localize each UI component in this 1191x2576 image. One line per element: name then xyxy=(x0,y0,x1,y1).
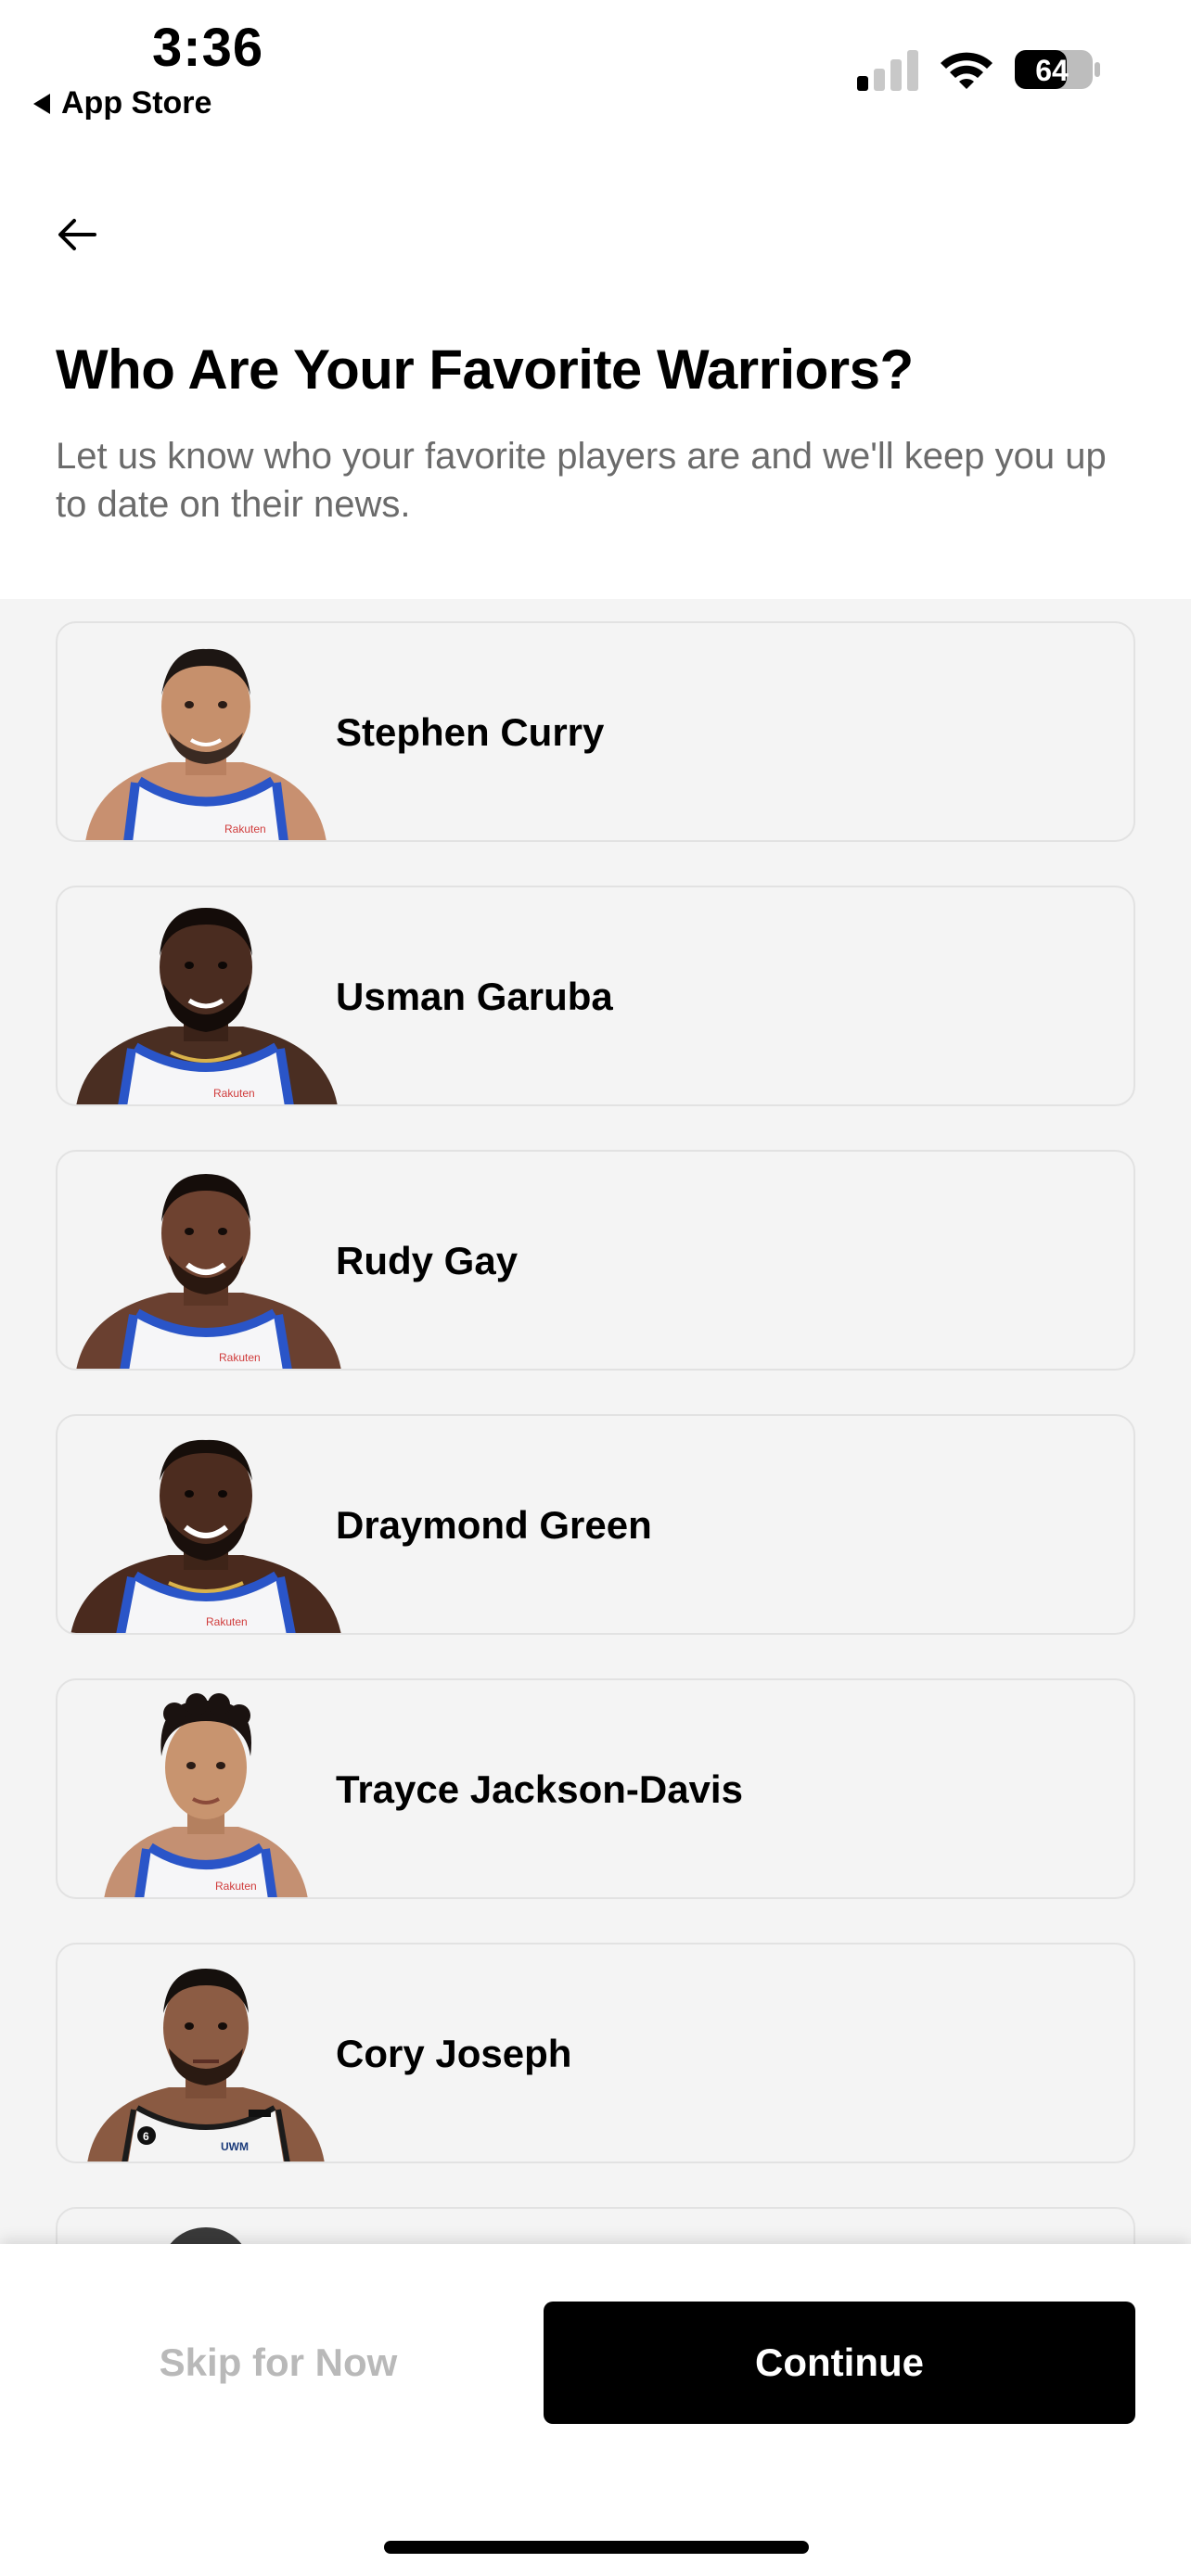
player-photo: Rakuten xyxy=(104,1693,308,1897)
back-to-app-store-link[interactable]: App Store xyxy=(33,85,211,121)
player-card-cory-joseph[interactable]: 6 UWM Cory Joseph xyxy=(56,1943,1135,2163)
svg-text:Rakuten: Rakuten xyxy=(206,1615,248,1628)
player-card-draymond-green[interactable]: Rakuten Draymond Green xyxy=(56,1414,1135,1635)
player-name: Usman Garuba xyxy=(336,975,613,1018)
page-title: Who Are Your Favorite Warriors? xyxy=(56,338,914,401)
player-name: Draymond Green xyxy=(336,1503,652,1547)
player-name: Cory Joseph xyxy=(336,2032,572,2075)
status-bar: 3:36 App Store 64 xyxy=(0,0,1191,130)
status-time: 3:36 xyxy=(152,18,264,78)
player-name: Rudy Gay xyxy=(336,1239,519,1282)
back-triangle-icon xyxy=(33,93,50,114)
battery-icon: 64 xyxy=(1015,50,1100,89)
back-app-label: App Store xyxy=(61,85,212,121)
player-card-trayce-jackson-davis[interactable]: Rakuten Trayce Jackson-Davis xyxy=(56,1678,1135,1899)
screen: 3:36 App Store 64 Who Are Your Favorite … xyxy=(0,0,1191,2576)
svg-text:6: 6 xyxy=(143,2130,149,2143)
continue-button[interactable]: Continue xyxy=(544,2302,1135,2424)
player-photo: Rakuten xyxy=(76,1174,341,1369)
back-arrow-icon[interactable] xyxy=(54,211,100,258)
svg-text:UWM: UWM xyxy=(221,2140,249,2153)
wifi-icon xyxy=(941,52,992,89)
svg-text:Rakuten: Rakuten xyxy=(219,1351,261,1364)
player-photo: Rakuten xyxy=(70,1439,341,1633)
player-photo: Rakuten xyxy=(76,908,338,1104)
player-card-usman-garuba[interactable]: Rakuten Usman Garuba xyxy=(56,886,1135,1106)
player-card-rudy-gay[interactable]: Rakuten Rudy Gay xyxy=(56,1150,1135,1371)
player-photo: Rakuten xyxy=(85,648,327,840)
page-subtitle: Let us know who your favorite players ar… xyxy=(56,436,1107,525)
battery-level-text: 64 xyxy=(1035,54,1069,87)
player-card-partial[interactable] xyxy=(56,2207,1135,2244)
player-photo xyxy=(170,2227,242,2244)
player-card-stephen-curry[interactable]: Rakuten Stephen Curry xyxy=(56,621,1135,842)
player-list[interactable]: Rakuten Stephen Curry Rakuten Usman Garu xyxy=(0,599,1191,2244)
cellular-signal-icon xyxy=(857,50,918,91)
home-indicator[interactable] xyxy=(384,2541,809,2554)
player-name: Stephen Curry xyxy=(336,710,605,754)
skip-for-now-button[interactable]: Skip for Now xyxy=(56,2302,501,2424)
player-photo: 6 UWM xyxy=(87,1969,325,2162)
svg-text:Rakuten: Rakuten xyxy=(215,1880,257,1893)
svg-text:Rakuten: Rakuten xyxy=(213,1087,255,1100)
player-name: Trayce Jackson-Davis xyxy=(336,1767,743,1811)
svg-text:Rakuten: Rakuten xyxy=(224,823,266,835)
bottom-action-bar: Skip for Now Continue xyxy=(0,2244,1191,2576)
